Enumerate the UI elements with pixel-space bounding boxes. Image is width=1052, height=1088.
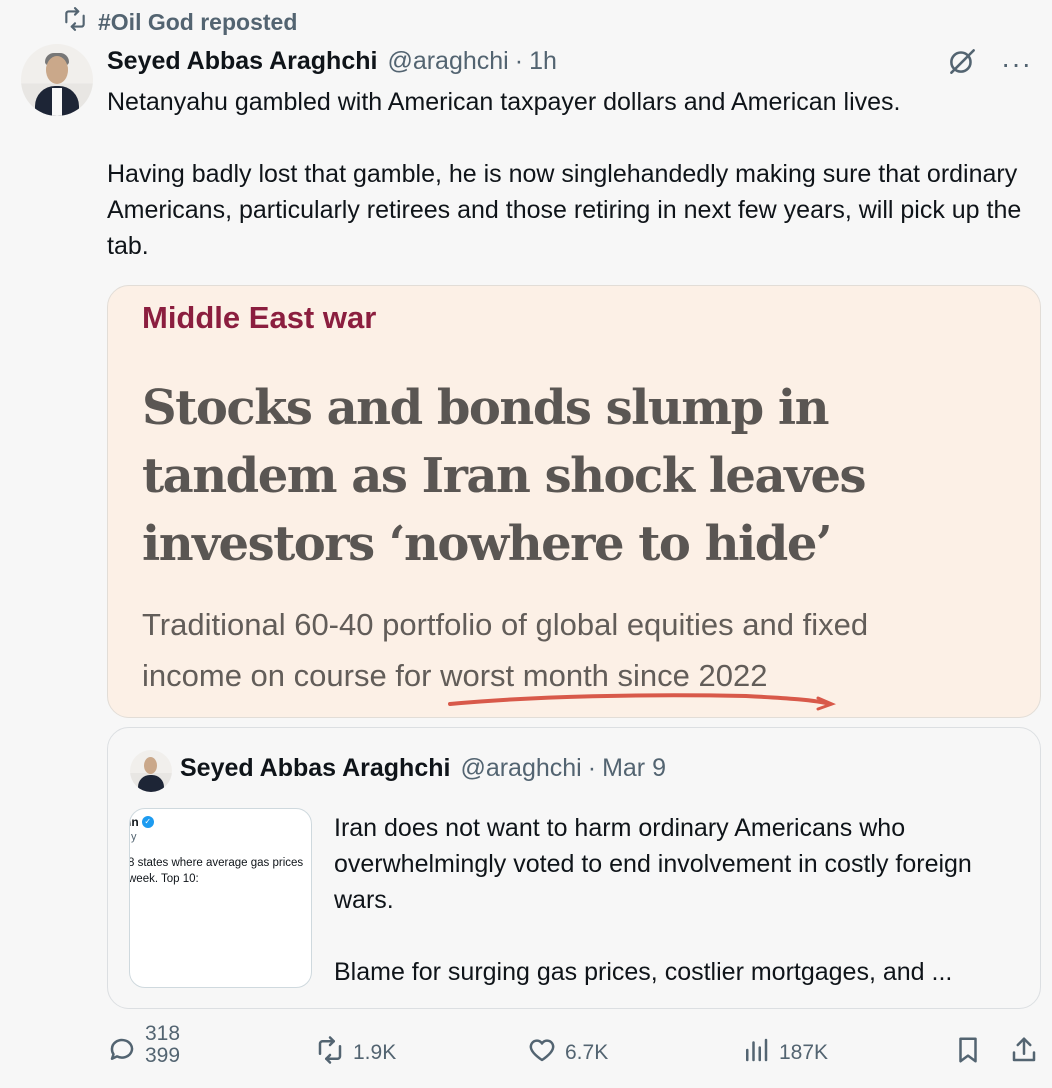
verified-badge-icon: ✓ bbox=[141, 816, 154, 828]
headline-line: investors ‘nowhere to hide’ bbox=[142, 516, 833, 572]
more-options-icon[interactable]: ··· bbox=[1001, 48, 1032, 80]
reply-count: 318 399 bbox=[145, 1023, 180, 1069]
quoted-media-thumbnail[interactable]: ın ✓ ıy 8 states where average gas price… bbox=[129, 808, 312, 988]
quoted-handle: @araghchi bbox=[460, 754, 582, 782]
media-name-fragment: ın bbox=[129, 815, 139, 829]
repost-icon bbox=[315, 1035, 345, 1071]
bookmark-icon bbox=[953, 1035, 983, 1071]
quoted-author-name: Seyed Abbas Araghchi bbox=[180, 754, 451, 782]
red-underline-annotation bbox=[448, 693, 836, 711]
tweet-paragraph: Having badly lost that gamble, he is now… bbox=[107, 160, 1022, 260]
subhead-line: Traditional 60-40 portfolio of global eq… bbox=[142, 607, 869, 642]
action-bar: 318 399 1.9K 6.7K 187K bbox=[107, 1023, 1042, 1076]
media-text-line: 8 states where average gas prices bbox=[129, 857, 304, 869]
article-image-card[interactable]: Middle East war Stocks and bonds slump i… bbox=[107, 285, 1041, 718]
avatar[interactable] bbox=[21, 44, 93, 116]
headline-line: tandem as Iran shock leaves bbox=[142, 448, 867, 504]
article-subhead: Traditional 60-40 portfolio of global eq… bbox=[142, 599, 1022, 701]
reply-count-top: 318 bbox=[145, 1023, 181, 1045]
tweet-page: #Oil God reposted Seyed Abbas Araghchi @… bbox=[0, 0, 1052, 1088]
reply-icon bbox=[107, 1035, 137, 1071]
repost-banner[interactable]: #Oil God reposted bbox=[62, 6, 297, 38]
author-name[interactable]: Seyed Abbas Araghchi bbox=[107, 47, 377, 76]
separator-dot: · bbox=[587, 754, 597, 782]
media-sub-fragment: ıy bbox=[130, 831, 137, 843]
heart-icon bbox=[527, 1035, 557, 1071]
article-headline: Stocks and bonds slump in tandem as Iran… bbox=[142, 374, 1012, 578]
repost-count: 1.9K bbox=[353, 1041, 397, 1064]
share-button[interactable] bbox=[1009, 1030, 1039, 1076]
quoted-paragraph: Iran does not want to harm ordinary Amer… bbox=[334, 814, 972, 914]
repost-icon bbox=[62, 6, 88, 38]
separator-dot: · bbox=[514, 46, 524, 75]
reply-button[interactable]: 318 399 bbox=[107, 1023, 180, 1076]
tweet-header: Seyed Abbas Araghchi @araghchi · 1h bbox=[107, 42, 557, 80]
quoted-body: Iran does not want to harm ordinary Amer… bbox=[334, 810, 1024, 990]
quoted-tweet[interactable]: Seyed Abbas Araghchi @araghchi · Mar 9 ı… bbox=[107, 727, 1041, 1009]
tweet-body: Netanyahu gambled with American taxpayer… bbox=[107, 84, 1027, 264]
author-handle[interactable]: @araghchi bbox=[387, 47, 508, 76]
quoted-date: Mar 9 bbox=[602, 754, 666, 782]
tweet-paragraph: Netanyahu gambled with American taxpayer… bbox=[107, 88, 901, 116]
quoted-header: Seyed Abbas Araghchi @araghchi · Mar 9 bbox=[180, 754, 666, 783]
article-section: Middle East war bbox=[142, 300, 377, 335]
header-actions: ··· bbox=[945, 44, 1032, 83]
headline-line: Stocks and bonds slump in bbox=[142, 380, 829, 436]
views-count: 187K bbox=[779, 1041, 829, 1064]
repost-label: #Oil God reposted bbox=[98, 8, 298, 35]
views-chart-icon bbox=[741, 1035, 771, 1071]
like-button[interactable]: 6.7K bbox=[527, 1030, 608, 1076]
timestamp[interactable]: 1h bbox=[529, 47, 557, 76]
bookmark-button[interactable] bbox=[953, 1030, 983, 1076]
share-icon bbox=[1009, 1035, 1039, 1071]
grok-icon[interactable] bbox=[945, 44, 979, 83]
repost-button[interactable]: 1.9K bbox=[315, 1030, 396, 1076]
like-count: 6.7K bbox=[565, 1041, 609, 1064]
views-button[interactable]: 187K bbox=[741, 1030, 828, 1076]
quoted-avatar bbox=[130, 750, 172, 792]
reply-count-bottom: 399 bbox=[145, 1044, 181, 1067]
media-text-line: week. Top 10: bbox=[129, 873, 199, 885]
quoted-paragraph: Blame for surging gas prices, costlier m… bbox=[334, 958, 953, 986]
media-text: 8 states where average gas prices week. … bbox=[129, 855, 311, 887]
